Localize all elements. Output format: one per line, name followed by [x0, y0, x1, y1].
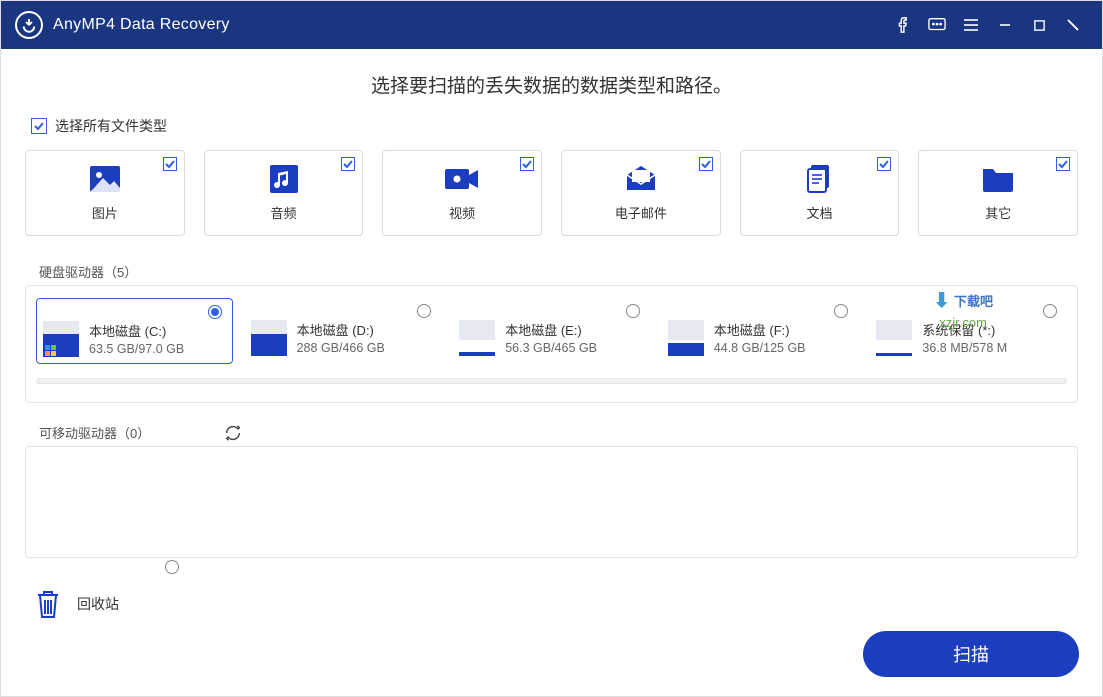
app-title: AnyMP4 Data Recovery — [53, 16, 230, 34]
file-type-audio[interactable]: 音频 — [204, 150, 364, 236]
drive-size: 56.3 GB/465 GB — [505, 341, 597, 355]
file-type-video[interactable]: 视频 — [382, 150, 542, 236]
feedback-icon[interactable] — [920, 10, 954, 40]
removable-section-label: 可移动驱动器（0） — [39, 423, 150, 442]
drive-name: 本地磁盘 (E:) — [505, 321, 597, 341]
facebook-icon[interactable] — [886, 10, 920, 40]
file-type-image-checkbox[interactable] — [163, 157, 177, 171]
image-icon — [88, 164, 122, 194]
recycle-bin-icon — [35, 588, 63, 620]
hdd-scrollbar[interactable] — [36, 378, 1067, 384]
drive-f-radio[interactable] — [834, 304, 848, 318]
drive-icon — [43, 321, 79, 357]
file-type-other[interactable]: 其它 — [918, 150, 1078, 236]
file-type-video-checkbox[interactable] — [520, 157, 534, 171]
menu-icon[interactable] — [954, 10, 988, 40]
select-all-checkbox[interactable] — [31, 118, 47, 134]
file-type-other-checkbox[interactable] — [1056, 157, 1070, 171]
drive-e-radio[interactable] — [626, 304, 640, 318]
file-type-label: 视频 — [449, 203, 475, 222]
drive-d-radio[interactable] — [417, 304, 431, 318]
hdd-section-label: 硬盘驱动器（5） — [39, 262, 1078, 281]
drive-name: 本地磁盘 (F:) — [714, 321, 806, 341]
drive-icon — [668, 320, 704, 356]
drive-icon — [459, 320, 495, 356]
close-button[interactable] — [1056, 10, 1090, 40]
scan-button[interactable]: 扫描 — [863, 631, 1079, 677]
recycle-bin-radio[interactable] — [165, 560, 179, 574]
drive-system-reserved[interactable]: 系统保留 (*:) 36.8 MB/578 M — [870, 298, 1067, 364]
drive-c-radio[interactable] — [208, 305, 222, 319]
drive-e[interactable]: 本地磁盘 (E:) 56.3 GB/465 GB — [453, 298, 650, 364]
file-type-document-checkbox[interactable] — [877, 157, 891, 171]
email-icon — [624, 164, 658, 194]
audio-icon — [267, 164, 301, 194]
drive-c[interactable]: 本地磁盘 (C:) 63.5 GB/97.0 GB — [36, 298, 233, 364]
file-type-email[interactable]: 电子邮件 — [561, 150, 721, 236]
video-icon — [445, 164, 479, 194]
drive-system-radio[interactable] — [1043, 304, 1057, 318]
titlebar: AnyMP4 Data Recovery — [1, 1, 1102, 49]
drive-icon — [251, 320, 287, 356]
maximize-button[interactable] — [1022, 10, 1056, 40]
file-type-label: 其它 — [985, 203, 1011, 222]
select-all-label: 选择所有文件类型 — [55, 116, 167, 136]
folder-icon — [981, 164, 1015, 194]
drive-size: 288 GB/466 GB — [297, 341, 385, 355]
file-type-email-checkbox[interactable] — [699, 157, 713, 171]
drive-icon — [876, 320, 912, 356]
recycle-bin-label: 回收站 — [77, 594, 119, 614]
drive-size: 36.8 MB/578 M — [922, 341, 1007, 355]
file-type-document[interactable]: 文档 — [740, 150, 900, 236]
file-type-label: 电子邮件 — [615, 203, 667, 222]
drive-d[interactable]: 本地磁盘 (D:) 288 GB/466 GB — [245, 298, 442, 364]
drive-size: 63.5 GB/97.0 GB — [89, 342, 184, 356]
file-type-label: 音频 — [271, 203, 297, 222]
file-type-grid: 图片 音频 视频 电子邮件 文档 — [25, 150, 1078, 236]
drive-name: 系统保留 (*:) — [922, 321, 1007, 341]
drive-size: 44.8 GB/125 GB — [714, 341, 806, 355]
file-type-image[interactable]: 图片 — [25, 150, 185, 236]
document-icon — [803, 164, 837, 194]
page-heading: 选择要扫描的丢失数据的数据类型和路径。 — [25, 71, 1078, 98]
removable-panel — [25, 446, 1078, 558]
hdd-panel: 本地磁盘 (C:) 63.5 GB/97.0 GB 本地磁盘 (D:) 288 … — [25, 285, 1078, 403]
app-logo-icon — [15, 11, 43, 39]
drive-f[interactable]: 本地磁盘 (F:) 44.8 GB/125 GB — [662, 298, 859, 364]
file-type-label: 图片 — [92, 203, 118, 222]
file-type-label: 文档 — [807, 203, 833, 222]
drive-name: 本地磁盘 (D:) — [297, 321, 385, 341]
file-type-audio-checkbox[interactable] — [341, 157, 355, 171]
drive-name: 本地磁盘 (C:) — [89, 322, 184, 342]
minimize-button[interactable] — [988, 10, 1022, 40]
refresh-icon[interactable] — [224, 424, 242, 442]
